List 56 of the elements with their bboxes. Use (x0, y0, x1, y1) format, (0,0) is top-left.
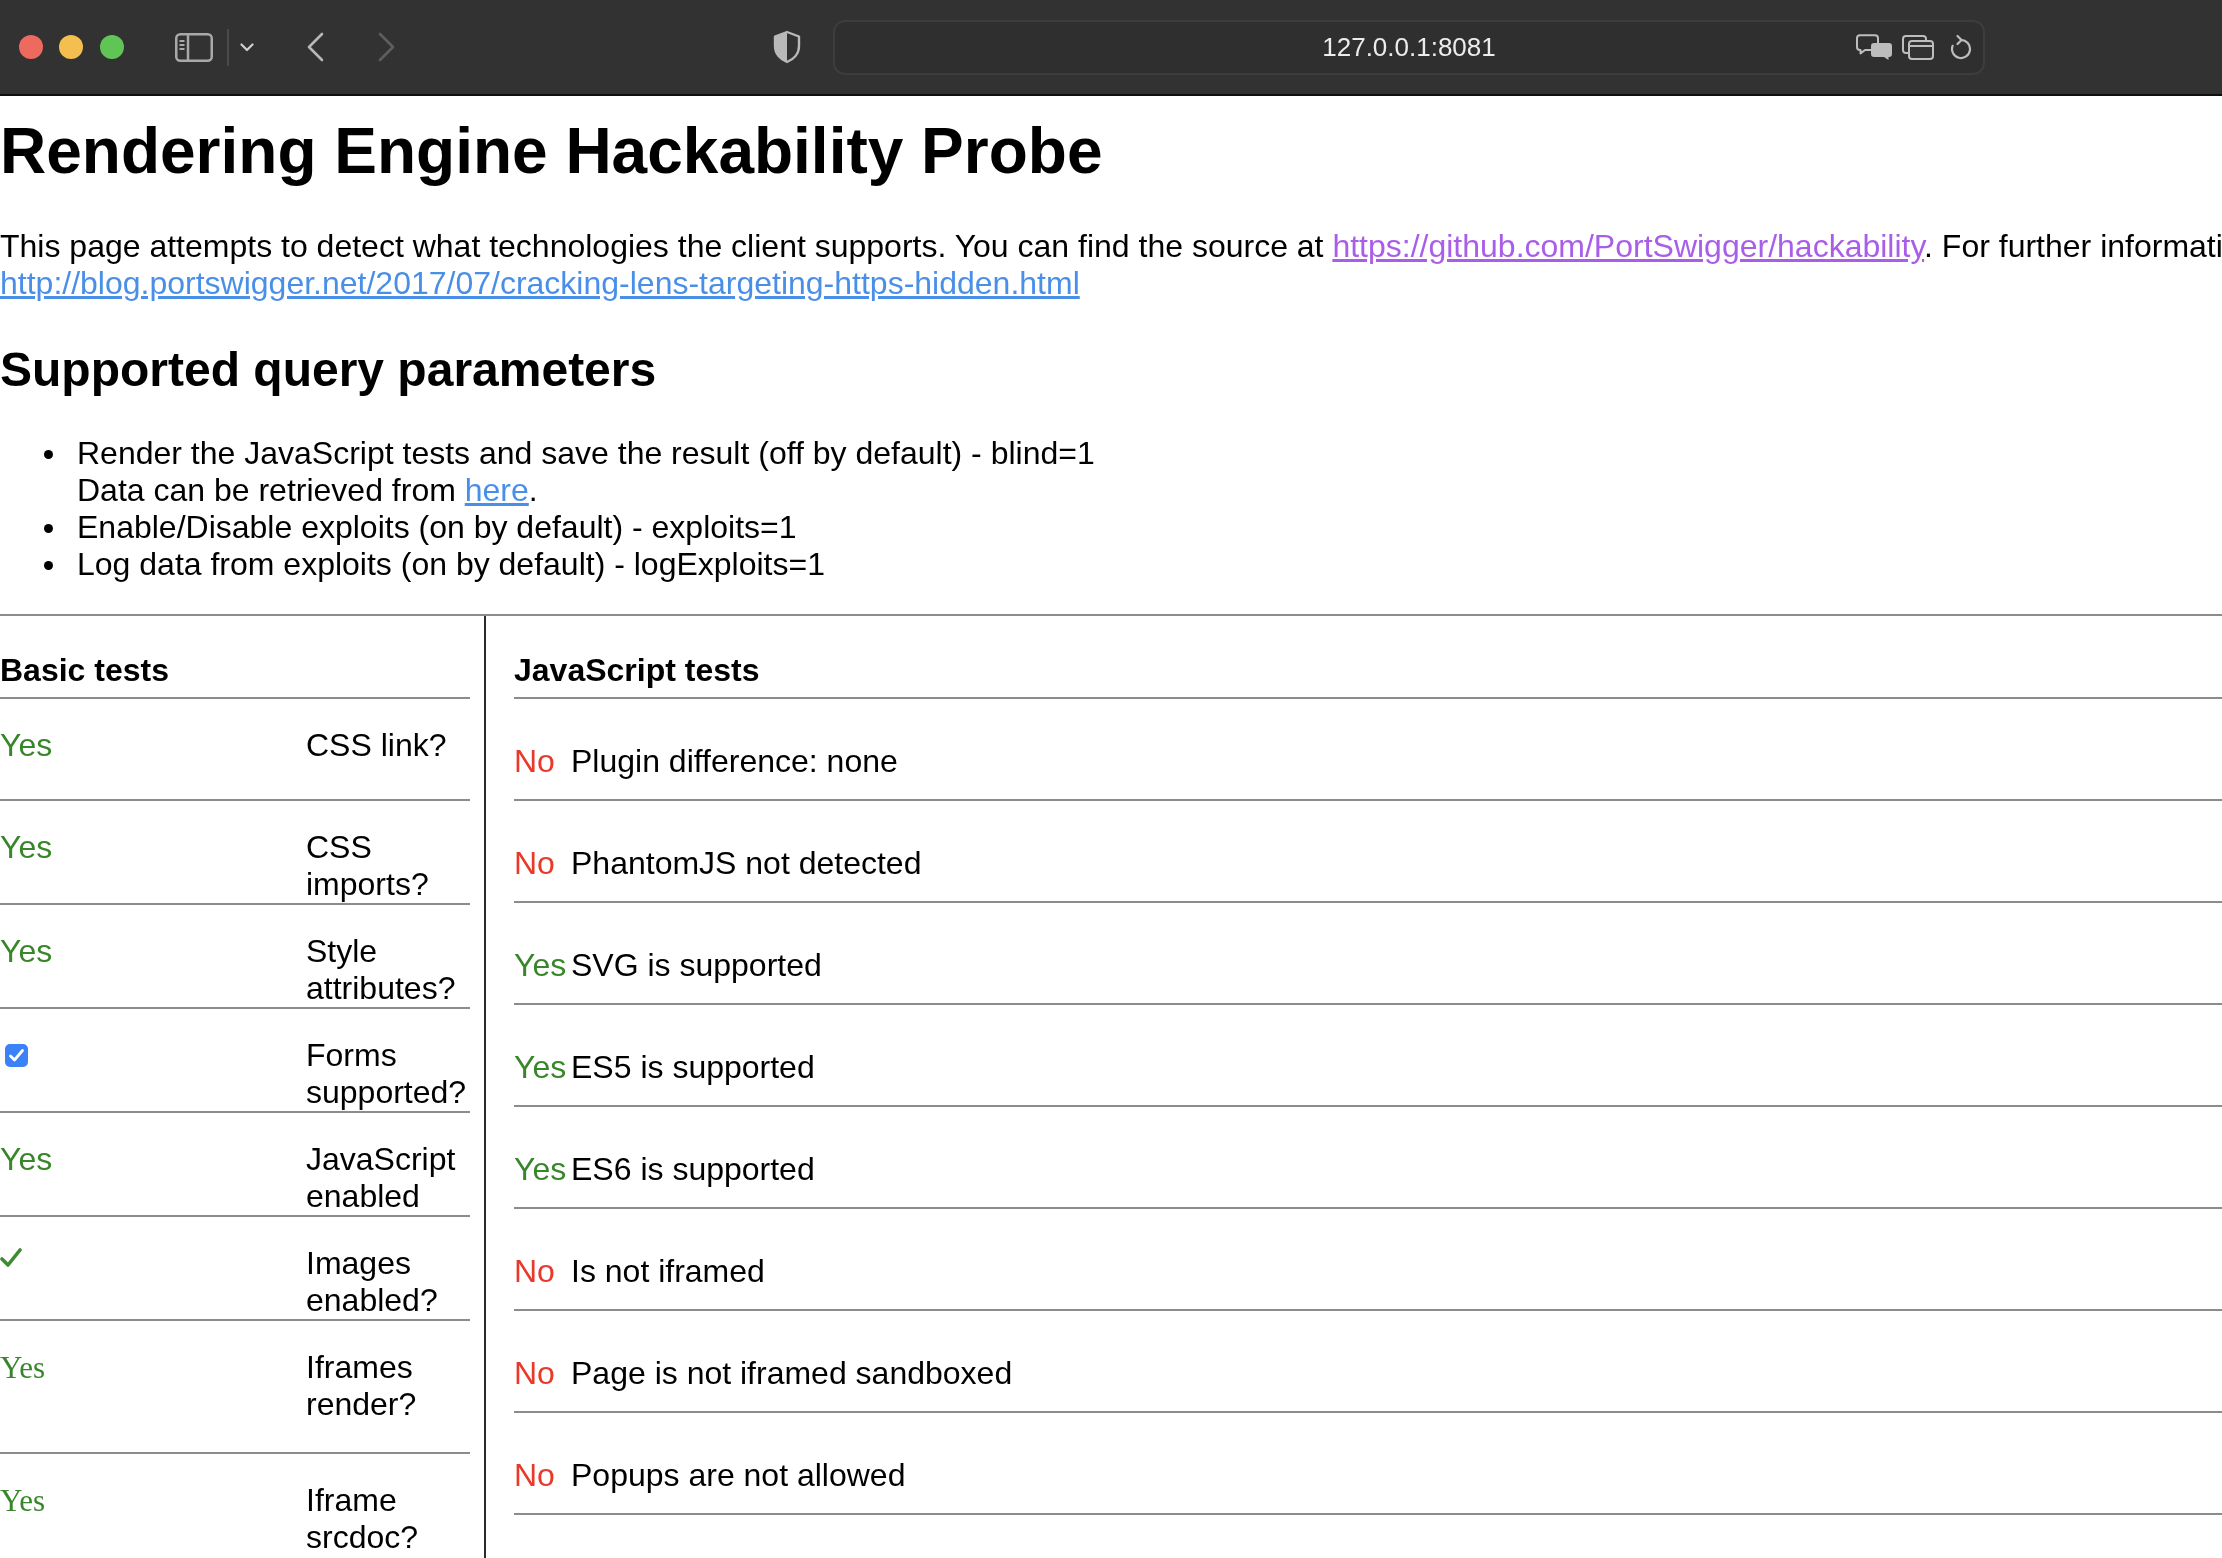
bullet-icon (44, 561, 53, 570)
test-name: CSS link? (306, 727, 447, 763)
test-result: No (514, 1457, 555, 1493)
test-result: Yes (0, 933, 53, 969)
reload-icon[interactable] (1950, 34, 1972, 60)
test-name: ES6 is supported (571, 1151, 815, 1187)
url-link[interactable]: http://blog.portswigger.net/2017/07/cracking-lens-targeting-https-hidden.html (0, 265, 1080, 301)
test-name: SVG is supported (571, 947, 822, 983)
text-link[interactable]: here (464, 472, 529, 508)
table-heading: JavaScript tests (514, 652, 760, 688)
test-result: No (514, 845, 555, 881)
list-item: Render the JavaScript tests and save the result (off by default) - blind=1 Data can be retrieved from here. (77, 435, 1095, 509)
test-result: Yes (0, 1141, 53, 1177)
test-name: Is not iframed (571, 1253, 765, 1289)
window-zoom-icon[interactable] (100, 35, 124, 59)
test-result: Yes (0, 1483, 46, 1518)
test-result: Yes (0, 727, 53, 763)
test-result: No (514, 743, 555, 779)
test-name: Forms supported? (306, 1037, 467, 1110)
test-result: Yes (514, 1049, 567, 1085)
chevron-down-icon[interactable] (240, 42, 254, 52)
address-field[interactable]: 127.0.0.1:8081 (833, 19, 1985, 75)
sidebar-icon[interactable] (175, 32, 213, 62)
test-name: JavaScript enabled (306, 1141, 456, 1214)
list-item: Enable/Disable exploits (on by default) - exploits=1 (77, 509, 797, 546)
test-result: No (514, 1253, 555, 1289)
page-title: Rendering Engine Hackability Probe (0, 114, 1104, 188)
test-name: Page is not iframed sandboxed (571, 1355, 1013, 1391)
test-name: PhantomJS not detected (571, 845, 922, 881)
shield-icon[interactable] (773, 30, 801, 64)
test-result: Yes (514, 947, 567, 983)
bullet-icon (44, 524, 53, 533)
section-heading: Supported query parameters (0, 342, 658, 397)
window-minimize-icon[interactable] (59, 35, 83, 59)
test-name: Images enabled? (306, 1245, 438, 1318)
test-name: Popups are not allowed (571, 1457, 906, 1493)
test-result: Yes (0, 829, 53, 865)
check-icon (0, 1248, 22, 1267)
test-name: ES5 is supported (571, 1049, 815, 1085)
bullet-icon (44, 450, 53, 459)
stacked-windows-icon[interactable] (1902, 34, 1934, 60)
test-name: Iframes render? (306, 1349, 417, 1422)
url-link[interactable]: https://github.com/PortSwigger/hackability (1332, 228, 1925, 264)
list-item: Log data from exploits (on by default) - logExploits=1 (77, 546, 825, 583)
checkbox[interactable] (5, 1044, 28, 1067)
test-name: Style attributes? (306, 933, 456, 1006)
test-name: Iframe srcdoc? (306, 1482, 419, 1555)
table-heading: Basic tests (0, 652, 169, 688)
intro-paragraph: This page attempts to detect what technologies the client supports. You can find the source at https://github.com/PortSwigger/hackability. For further informati http://blog.portswigger.net/2017/07/cracking-lens-targeting-https-hidden.html (0, 228, 2222, 302)
test-result: Yes (0, 1350, 46, 1385)
test-result: No (514, 1355, 555, 1391)
test-result: Yes (514, 1151, 567, 1187)
test-name: Plugin difference: none (571, 743, 898, 779)
speech-bubbles-icon[interactable] (1856, 33, 1893, 61)
window-close-icon[interactable] (19, 35, 43, 59)
test-name: CSS imports? (306, 829, 429, 902)
